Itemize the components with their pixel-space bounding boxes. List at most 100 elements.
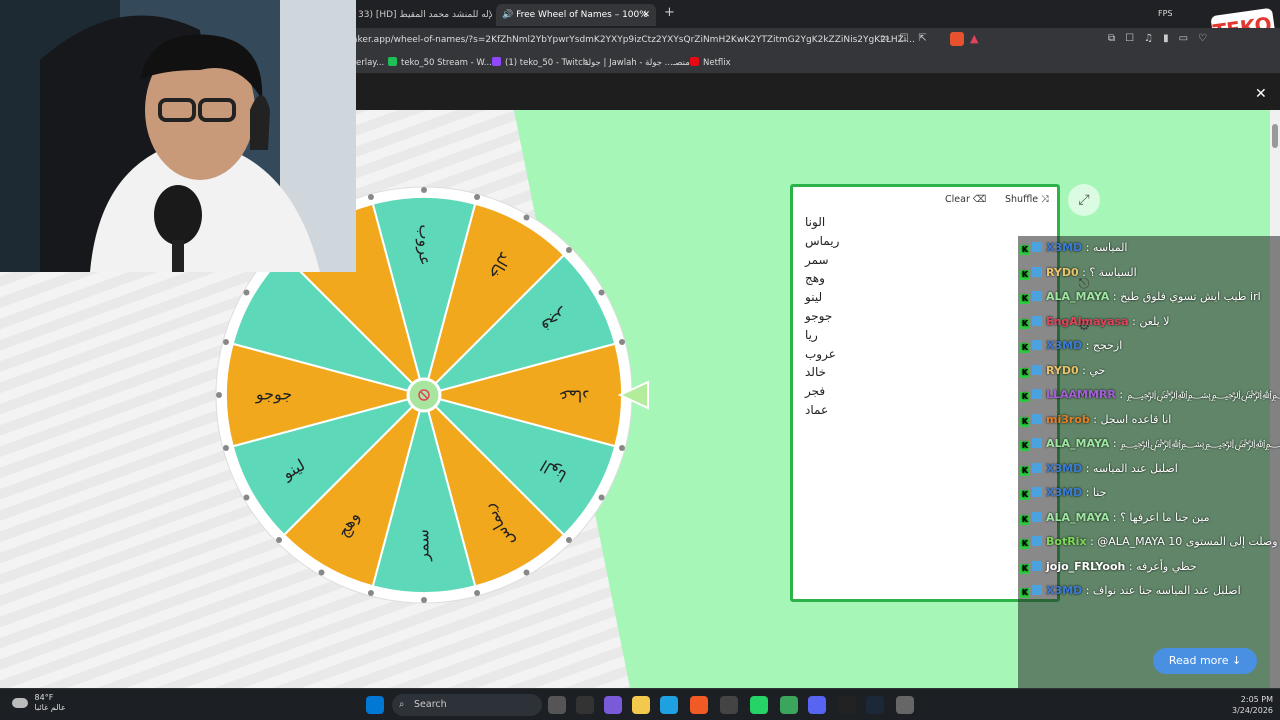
wheel-segment-label: جوجو (255, 385, 292, 405)
whatsapp-icon[interactable] (750, 696, 768, 714)
chat-message: K RYD0 : السياسة ؟ (1018, 261, 1280, 286)
xbox-icon[interactable] (780, 696, 798, 714)
temperature: 84°F (34, 693, 54, 702)
bookmark-item[interactable]: erlay... (356, 55, 384, 71)
task-view-icon[interactable] (548, 696, 566, 714)
extensions-icons[interactable]: ⧉☐♫▮▭♡ (1108, 33, 1217, 44)
file-explorer-icon[interactable] (632, 696, 650, 714)
chat-message: K EngAlmayasa : لا يلعن (1018, 310, 1280, 335)
copilot-icon[interactable] (604, 696, 622, 714)
browser-tab-active[interactable]: 🔊 Free Wheel of Names – 100% ✕ (496, 4, 656, 26)
close-icon[interactable]: ✕ (1255, 86, 1267, 102)
wheel-rim-dot (421, 597, 427, 603)
obs-icon[interactable] (896, 696, 914, 714)
chat-username[interactable]: ALA_MAYA (1046, 511, 1109, 524)
chat-message: Kmi3rob : انا قاعده اسجل (1018, 408, 1280, 433)
weather-text: عالم غائبا (34, 703, 66, 712)
names-textarea[interactable]: الونا ريماس سمر وهج لينو جوجو ريا عروب خالد فجر عم… (805, 213, 839, 420)
wheel-rim-dot (565, 536, 572, 543)
chat-username[interactable]: mi3rob (1046, 413, 1090, 426)
chat-message: K BotRix : @ALA_MAYA مبروك! وصلت إلى المس… (1018, 530, 1280, 555)
chat-username[interactable]: LLAAMMRR (1046, 388, 1116, 401)
kick-badge-icon: K (1020, 514, 1030, 525)
wheel-rim-dot (276, 536, 283, 543)
chat-username[interactable]: ALA_MAYA (1046, 437, 1109, 450)
brave-shield-icon[interactable] (950, 32, 964, 46)
chat-username[interactable]: X3MD (1046, 241, 1082, 254)
user-badge-icon (1032, 389, 1042, 399)
chat-message: K ALA_MAYA : ﷽﷽﷽﷽﷽﷽﷽﷽﷽ ههههه واللهه معليش… (1018, 432, 1280, 457)
wheel-rim-dot (367, 590, 374, 597)
chat-username[interactable]: RYD0 (1046, 364, 1079, 377)
user-badge-icon (1032, 315, 1042, 326)
read-more-button[interactable]: Read more ↓ (1153, 648, 1257, 674)
chat-username[interactable]: X3MD (1046, 486, 1082, 499)
browser-tab[interactable]: 33) [HD] كر الإله للمنشد محمد المقيط (352, 4, 492, 26)
wheel-rim-dot (565, 247, 572, 254)
wheel-rim-dot (421, 187, 427, 193)
chat-username[interactable]: X3MD (1046, 584, 1082, 597)
capcut-icon[interactable] (838, 696, 856, 714)
wheel-rim-dot (619, 445, 626, 452)
cloud-icon (12, 698, 28, 708)
bookmark-item[interactable]: (1) teko_50 - Twitch (492, 55, 588, 71)
search-icon: ⌕ (399, 699, 405, 710)
close-tab-icon[interactable]: ✕ (642, 4, 650, 26)
chat-message: K X3MD : اصلبل عند المياسه (1018, 457, 1280, 482)
steam-icon[interactable] (866, 696, 884, 714)
clear-button[interactable]: Clear ⌫ (937, 191, 995, 209)
chat-text: : السياسة ؟ (1078, 265, 1137, 279)
edge-icon[interactable] (660, 696, 678, 714)
kick-badge-icon: K (1020, 318, 1030, 329)
store-icon[interactable] (720, 696, 738, 714)
chat-message: K X3MD : اصلبل عند المياسه جنا عند نواف (1018, 579, 1280, 604)
name-entry: ريماس (805, 233, 840, 248)
toolbar-icons[interactable]: ▭☐⇱ (880, 33, 937, 44)
user-badge-icon (1032, 511, 1042, 522)
bookmark-item[interactable]: جولة | Jawlah - منصـ... جولة (584, 55, 690, 71)
bookmark-item[interactable]: teko_50 Stream - W... (388, 55, 492, 71)
chat-message: K X3MD : جنا (1018, 481, 1280, 506)
chat-message: K X3MD : ازحجج (1018, 334, 1280, 359)
tab-label: 33) [HD] كر الإله للمنشد محمد المقيط (358, 10, 492, 20)
chat-username[interactable]: X3MD (1046, 462, 1082, 475)
clock[interactable]: 2:05 PM 3/24/2026 (1232, 694, 1273, 716)
chat-username[interactable]: jojo_FRLYooh (1046, 560, 1125, 573)
wheel-rim-dot (474, 590, 481, 597)
name-entry: فجر (805, 384, 826, 399)
chat-text: : لا يلعن (1128, 314, 1170, 328)
kick-badge-icon: K (1020, 343, 1030, 353)
windows-start-icon[interactable] (366, 696, 384, 714)
url-field[interactable]: aker.app/wheel-of-names/?s=2KfZhNml2YbYp… (352, 32, 915, 48)
shuffle-button[interactable]: Shuffle ⤨ (997, 191, 1057, 209)
weather-widget[interactable]: 84°F عالم غائبا (12, 693, 66, 713)
chat-text: : اصلبل عند المياسه جنا عند نواف (1082, 584, 1241, 597)
chat-text: : انا قاعده اسجل (1089, 412, 1172, 426)
fullscreen-icon[interactable]: ⤢ (1068, 184, 1100, 216)
speaker-icon: 🔊 (502, 10, 517, 20)
kick-badge-icon: K (1020, 367, 1030, 378)
chat-username[interactable]: ALA_MAYA (1046, 290, 1109, 303)
chat-username[interactable]: RYD0 (1046, 266, 1079, 279)
kick-badge-icon: K (1020, 588, 1030, 598)
bookmark-item[interactable]: Netflix (690, 55, 731, 71)
new-tab-button[interactable]: + (664, 5, 675, 20)
app-icon[interactable] (576, 696, 594, 714)
chat-username[interactable]: BotRix (1046, 535, 1087, 548)
scrollbar-thumb[interactable] (1272, 124, 1278, 148)
chat-username[interactable]: X3MD (1046, 339, 1082, 352)
chat-username[interactable]: EngAlmayasa (1046, 315, 1129, 328)
wheel-rim-dot (367, 193, 374, 200)
kick-badge-icon: K (1020, 294, 1030, 304)
chat-message: K ALA_MAYA : طيب ايش تسوي فلوق طبخ irl (1018, 285, 1280, 310)
brave-icon[interactable] (690, 696, 708, 714)
chat-message: Kjojo_FRLYooh : حظي وأعرفه (1018, 555, 1280, 580)
chat-text: : ﷽﷽﷽﷽﷽﷽﷽﷽﷽﷽﷽﷽﷽ (1119, 388, 1280, 401)
brave-rewards-icon[interactable]: ▲ (970, 32, 978, 45)
search-box[interactable]: ⌕ Search (392, 694, 542, 716)
wheel-rim-dot (243, 289, 250, 296)
chat-text: : مين جنا ما اعرفها ؟ (1109, 510, 1210, 524)
discord-icon[interactable] (808, 696, 826, 714)
wheel-segment-label: عماد (559, 387, 590, 406)
name-entry: لينو (805, 290, 823, 305)
